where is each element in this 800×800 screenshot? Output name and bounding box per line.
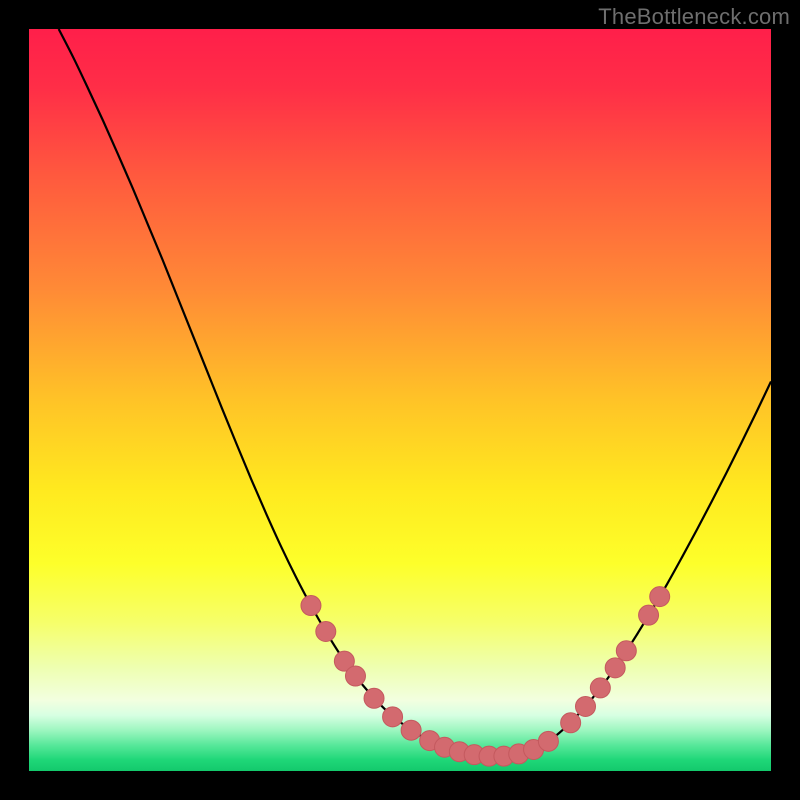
data-marker (605, 658, 625, 678)
bottleneck-chart (29, 29, 771, 771)
data-marker (590, 678, 610, 698)
chart-frame (29, 29, 771, 771)
data-marker (401, 720, 421, 740)
data-marker (616, 641, 636, 661)
data-marker (561, 713, 581, 733)
gradient-background (29, 29, 771, 771)
data-marker (364, 688, 384, 708)
data-marker (639, 605, 659, 625)
data-marker (316, 622, 336, 642)
data-marker (576, 696, 596, 716)
watermark-label: TheBottleneck.com (598, 4, 790, 30)
data-marker (538, 731, 558, 751)
data-marker (650, 587, 670, 607)
data-marker (345, 666, 365, 686)
data-marker (301, 596, 321, 616)
data-marker (383, 707, 403, 727)
